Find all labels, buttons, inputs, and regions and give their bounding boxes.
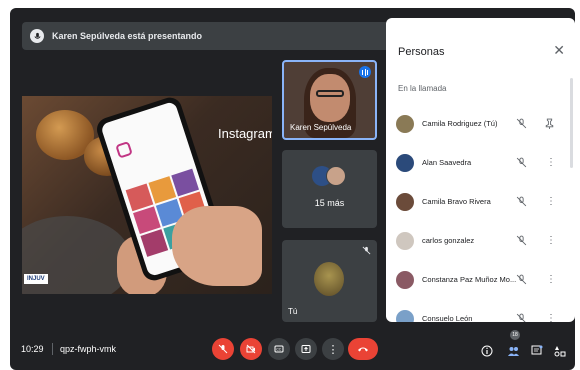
pin-icon[interactable] [544, 118, 555, 129]
banner-text: Karen Sepúlveda está presentando [52, 31, 203, 41]
mic-off-icon [218, 344, 228, 354]
participant-row[interactable]: Consuelo León ⋮ [386, 299, 566, 322]
mic-toggle-button[interactable] [212, 338, 234, 360]
avatar [396, 231, 414, 250]
presenter-name: Karen Sepúlveda [290, 123, 352, 132]
meet-window: Karen Sepúlveda está presentando Instagr… [10, 8, 575, 370]
slide-title: Instagram [218, 126, 272, 141]
captions-button[interactable]: CC [268, 338, 290, 360]
activities-button[interactable] [553, 344, 567, 358]
chat-icon [531, 345, 543, 355]
more-vert-icon[interactable]: ⋮ [546, 196, 556, 207]
avatar [396, 309, 414, 322]
hand-shape [172, 206, 262, 286]
avatar [396, 153, 414, 172]
injuv-logo: INJUV [24, 274, 48, 284]
presentation-view: Instagram INJUV [22, 96, 272, 294]
more-vert-icon: ⋮ [327, 343, 339, 356]
camera-off-icon [246, 344, 256, 354]
panel-title: Personas [398, 46, 445, 58]
avatar [396, 192, 414, 211]
divider [52, 343, 53, 355]
participant-name: Camila Bravo Rivera [422, 197, 491, 206]
more-vert-icon[interactable]: ⋮ [546, 157, 556, 168]
mic-off-icon[interactable] [516, 235, 527, 246]
avatar [314, 262, 344, 296]
people-panel: Personas ✕ En la llamada Camila Rodrigue… [386, 18, 575, 322]
present-button[interactable] [295, 338, 317, 360]
camera-toggle-button[interactable] [240, 338, 262, 360]
participant-row[interactable]: Alan Saavedra ⋮ [386, 143, 566, 182]
mic-icon [30, 29, 44, 43]
captions-icon: CC [274, 345, 284, 353]
mic-off-icon [362, 246, 371, 255]
participant-row[interactable]: Camila Rodriguez (Tú) [386, 104, 566, 143]
participant-name: Consuelo León [422, 314, 473, 322]
section-label: En la llamada [398, 84, 447, 93]
participant-row[interactable]: carlos gonzalez ⋮ [386, 221, 566, 260]
audio-level-icon [359, 66, 371, 78]
more-participants-tile[interactable]: 15 más [282, 150, 377, 228]
participant-name: Constanza Paz Muñoz Mo... [422, 275, 517, 284]
activities-icon [554, 346, 566, 357]
hang-up-icon [358, 347, 368, 352]
instagram-logo-icon [115, 140, 133, 159]
self-label: Tú [288, 307, 298, 316]
more-vert-icon[interactable]: ⋮ [546, 274, 556, 285]
mic-off-icon[interactable] [516, 196, 527, 207]
people-icon [507, 347, 519, 356]
avatar [396, 114, 414, 133]
close-icon[interactable]: ✕ [553, 42, 565, 59]
participant-row[interactable]: Constanza Paz Muñoz Mo... ⋮ [386, 260, 566, 299]
mic-off-icon[interactable] [516, 274, 527, 285]
scrollbar[interactable] [570, 78, 573, 168]
people-count-badge: 18 [510, 330, 520, 340]
participant-name: carlos gonzalez [422, 236, 475, 245]
meeting-details-button[interactable] [480, 344, 494, 358]
presenting-banner: Karen Sepúlveda está presentando [22, 22, 400, 50]
self-tile[interactable]: Tú [282, 240, 377, 322]
people-button[interactable] [506, 344, 520, 358]
clock: 10:29 [21, 344, 44, 354]
leave-call-button[interactable] [348, 338, 378, 360]
avatar [396, 270, 414, 289]
chat-button[interactable] [530, 344, 544, 358]
more-vert-icon[interactable]: ⋮ [546, 235, 556, 246]
present-icon [301, 345, 311, 353]
avatar [326, 166, 346, 186]
more-options-button[interactable]: ⋮ [322, 338, 344, 360]
svg-text:CC: CC [276, 348, 282, 352]
mic-off-icon[interactable] [516, 118, 527, 129]
meeting-code: qpz-fwph-vmk [60, 344, 117, 354]
participant-list: Camila Rodriguez (Tú) Alan Saavedra ⋮ Ca… [386, 104, 566, 322]
participant-row[interactable]: Camila Bravo Rivera ⋮ [386, 182, 566, 221]
more-count-label: 15 más [314, 198, 345, 208]
info-icon [481, 345, 493, 357]
presenter-tile[interactable]: Karen Sepúlveda [282, 60, 377, 140]
mic-off-icon[interactable] [516, 313, 527, 322]
presenter-video [310, 74, 350, 122]
participant-name: Alan Saavedra [422, 158, 472, 167]
more-vert-icon[interactable]: ⋮ [546, 313, 556, 322]
mic-off-icon[interactable] [516, 157, 527, 168]
bottom-bar: 10:29 qpz-fwph-vmk CC ⋮ 18 [10, 330, 575, 370]
